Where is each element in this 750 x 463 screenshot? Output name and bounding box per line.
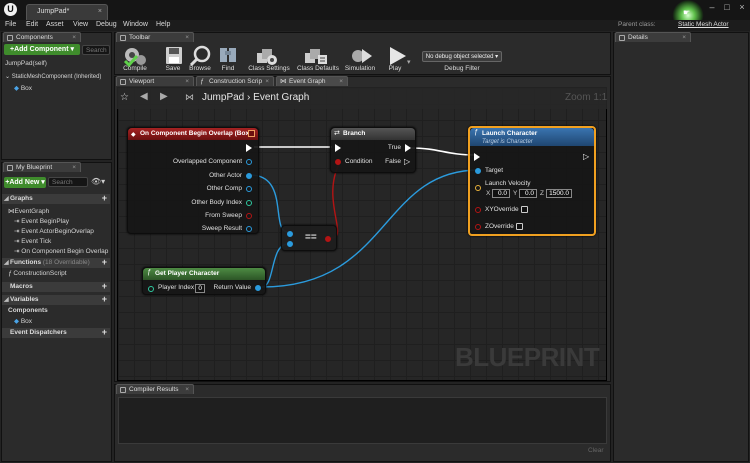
equals-node[interactable]: == xyxy=(281,225,337,251)
pin-label: Sweep Result xyxy=(201,225,242,232)
other-body-index-pin[interactable] xyxy=(246,200,252,206)
branch-node-title: Branch xyxy=(331,128,415,140)
player-index-input[interactable]: 0 xyxy=(195,284,205,293)
pin-label: From Sweep xyxy=(205,212,242,219)
launch-character-title: Launch Character xyxy=(482,130,538,137)
velocity-z-input[interactable]: 1500.0 xyxy=(546,189,572,198)
event-diamond-icon: ◆ xyxy=(131,132,136,138)
compiler-results-tab-label: Compiler Results xyxy=(129,386,179,393)
get-player-character-title: Get Player Character xyxy=(143,268,265,280)
exec-wire xyxy=(409,147,477,156)
condition-pin[interactable] xyxy=(335,159,341,165)
branch-node[interactable]: Branch ⇄ Condition True False ▷ xyxy=(330,127,416,173)
velocity-x-label: X xyxy=(486,190,491,197)
function-icon: ƒ xyxy=(147,269,151,276)
velocity-y-input[interactable]: 0.0 xyxy=(519,189,537,198)
function-icon: ƒ xyxy=(474,129,478,136)
other-comp-pin[interactable] xyxy=(246,186,252,192)
get-player-character-node[interactable]: Get Player Character ƒ Player Index 0 Re… xyxy=(142,267,266,295)
pin-label: Other Body Index xyxy=(191,199,242,206)
pin-label: Launch Velocity xyxy=(485,180,531,187)
sweep-result-pin[interactable] xyxy=(246,226,252,232)
equals-operator: == xyxy=(305,232,317,243)
compiler-results-icon xyxy=(120,387,126,393)
pin-label: Overlapped Component xyxy=(172,158,242,165)
event-node-title: On Component Begin Overlap (Box) xyxy=(128,128,258,140)
true-exec-pin[interactable] xyxy=(405,144,411,152)
velocity-z-label: Z xyxy=(540,190,544,197)
pin-label: True xyxy=(387,144,401,151)
equals-input-b-pin[interactable] xyxy=(287,241,293,247)
compiler-results-log xyxy=(118,397,607,444)
clear-button[interactable]: Clear xyxy=(588,447,604,454)
close-tab-icon[interactable]: × xyxy=(185,385,189,395)
compiler-results-tab[interactable]: Compiler Results × xyxy=(116,384,194,394)
pin-label: False xyxy=(385,158,401,165)
pin-label: Player Index xyxy=(158,284,195,291)
overlapped-component-pin[interactable] xyxy=(246,159,252,165)
exec-input-pin[interactable] xyxy=(335,144,341,152)
pin-label: Other Comp xyxy=(206,185,242,192)
branch-icon: ⇄ xyxy=(334,130,340,137)
launch-velocity-pin[interactable] xyxy=(475,185,481,191)
launch-character-subtitle: Target is Character xyxy=(482,139,533,145)
equals-input-a-pin[interactable] xyxy=(287,231,293,237)
launch-character-header: Launch Character Target is Character xyxy=(470,128,594,146)
player-index-pin[interactable] xyxy=(148,286,154,292)
event-node-begin-overlap[interactable]: On Component Begin Overlap (Box) ◆ Overl… xyxy=(127,127,259,234)
pin-label: ZOverride xyxy=(485,223,514,230)
xy-override-checkbox[interactable] xyxy=(521,206,528,213)
exec-output-pin[interactable] xyxy=(246,144,252,152)
z-override-pin[interactable] xyxy=(475,224,481,230)
exec-input-pin[interactable] xyxy=(474,153,480,161)
from-sweep-pin[interactable] xyxy=(246,213,252,219)
equals-output-pin[interactable] xyxy=(325,236,331,242)
pin-label: XYOverride xyxy=(485,206,519,213)
z-override-checkbox[interactable] xyxy=(516,223,523,230)
other-actor-pin[interactable] xyxy=(246,173,252,179)
velocity-x-input[interactable]: 0.0 xyxy=(492,189,510,198)
false-exec-pin[interactable]: ▷ xyxy=(404,157,411,166)
pin-label: Condition xyxy=(345,158,373,165)
pin-label: Return Value xyxy=(213,284,251,291)
pin-label: Other Actor xyxy=(209,172,242,179)
velocity-y-label: Y xyxy=(513,190,518,197)
pin-label: Target xyxy=(485,167,504,174)
return-value-pin[interactable] xyxy=(255,285,261,291)
exec-output-pin[interactable]: ▷ xyxy=(583,152,590,161)
launch-character-node[interactable]: Launch Character Target is Character ƒ ▷… xyxy=(468,126,596,236)
delegate-pin-icon[interactable] xyxy=(248,130,255,137)
xy-override-pin[interactable] xyxy=(475,207,481,213)
target-pin[interactable] xyxy=(475,168,481,174)
